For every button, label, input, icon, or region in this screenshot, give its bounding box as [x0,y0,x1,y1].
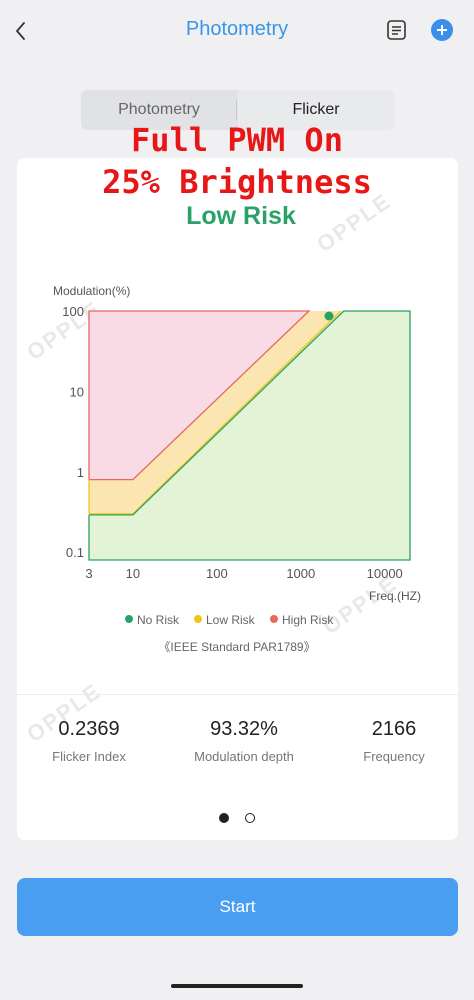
legend-dot [194,615,202,623]
x-tick-label: 10 [126,566,140,581]
x-axis-label: Freq.(HZ) [369,589,421,603]
x-tick-label: 100 [206,566,228,581]
flicker-index-value: 0.2369 [58,718,120,740]
legend-dot [125,615,133,623]
overlay-title: Full PWM On [131,121,343,159]
legend-item-high-risk: High Risk [270,613,333,629]
standard-reference: 《IEEE Standard PAR1789》 [158,640,316,654]
legend-item-no-risk: No Risk [125,613,179,629]
x-tick-label: 3 [85,566,92,581]
legend-item-low-risk: Low Risk [194,613,255,629]
legend-dot [270,615,278,623]
overlay-subtitle: 25% Brightness [102,163,372,201]
measurement-point [324,311,334,321]
x-tick-label: 1000 [286,566,315,581]
start-button[interactable]: Start [17,878,458,936]
y-tick-label: 100 [62,304,84,319]
modulation-depth-label: Modulation depth [194,749,294,764]
frequency-label: Frequency [363,749,425,764]
legend-label: Low Risk [206,613,255,627]
card-divider [17,694,458,695]
risk-level-label: Low Risk [186,202,296,230]
y-tick-label: 10 [70,384,84,399]
modulation-depth-value: 93.32% [210,718,278,740]
y-tick-label: 0.1 [66,545,84,560]
home-indicator [171,984,303,988]
page-indicator-2[interactable] [245,813,255,823]
flicker-index-label: Flicker Index [52,749,126,764]
flicker-risk-chart: Modulation(%) 0.1 1 10 100 3 10 100 1000 10000 Fre… [53,284,421,603]
y-axis-label: Modulation(%) [53,284,130,298]
frequency-value: 2166 [371,718,417,740]
x-tick-label: 10000 [367,566,403,581]
y-tick-label: 1 [77,465,84,480]
legend-label: High Risk [282,613,334,627]
legend-label: No Risk [137,613,180,627]
page-indicator-1[interactable] [219,813,229,823]
